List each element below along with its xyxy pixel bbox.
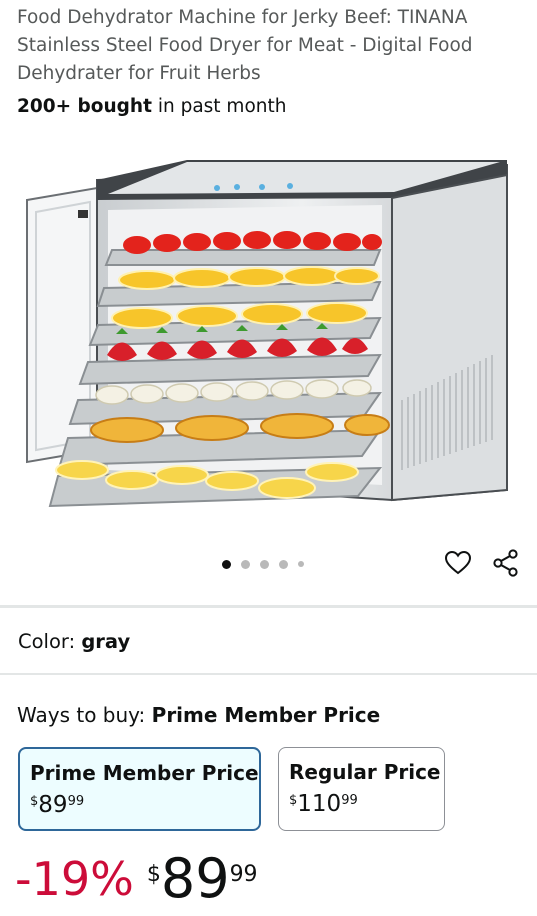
price-whole: 110 <box>297 791 342 817</box>
price-whole: 89 <box>160 847 230 910</box>
main-price: -19% $ 89 99 <box>15 848 258 910</box>
gallery-dot[interactable] <box>298 561 304 567</box>
ways-to-buy: Ways to buy: Prime Member Price <box>17 703 380 727</box>
price-cents: 99 <box>341 793 358 808</box>
price-cents: 99 <box>67 794 85 809</box>
prime-price-option[interactable]: Prime Member Price $ 89 99 <box>18 747 261 831</box>
product-title: Food Dehydrator Machine for Jerky Beef: … <box>17 7 473 84</box>
ways-label: Ways to buy: <box>17 703 152 727</box>
heart-icon[interactable] <box>444 548 472 578</box>
heart-icon-shape <box>445 551 471 575</box>
color-value: gray <box>81 630 131 653</box>
option-price: $ 89 99 <box>30 792 249 818</box>
price-symbol: $ <box>30 794 39 809</box>
gallery-dot[interactable] <box>260 559 269 569</box>
product-image[interactable] <box>22 150 517 520</box>
share-icon[interactable] <box>492 548 520 578</box>
color-label: Color: <box>18 630 82 653</box>
regular-price-option[interactable]: Regular Price $ 110 99 <box>278 747 445 831</box>
bought-count: 200+ bought in past month <box>17 96 286 117</box>
bought-count-number: 200+ bought <box>17 96 152 117</box>
gallery-dot[interactable] <box>241 559 250 569</box>
gallery-dots <box>222 558 304 570</box>
option-title: Regular Price <box>289 760 441 784</box>
gallery-dot[interactable] <box>222 559 231 569</box>
color-selection: Color: gray <box>18 630 130 653</box>
section-divider <box>0 673 537 675</box>
share-icon-shape <box>493 549 518 577</box>
ways-selected: Prime Member Price <box>151 703 381 727</box>
discount-badge: -19% <box>15 852 134 906</box>
bought-count-text: in past month <box>151 96 287 117</box>
gallery-dot[interactable] <box>279 559 288 569</box>
price-cents: 99 <box>229 862 258 887</box>
price-symbol: $ <box>289 793 298 808</box>
option-price: $ 110 99 <box>289 791 434 817</box>
price-symbol: $ <box>146 862 161 887</box>
product-image-illustration <box>26 160 508 508</box>
section-divider <box>0 605 537 608</box>
price-whole: 89 <box>38 792 68 818</box>
option-title: Prime Member Price <box>30 761 259 785</box>
